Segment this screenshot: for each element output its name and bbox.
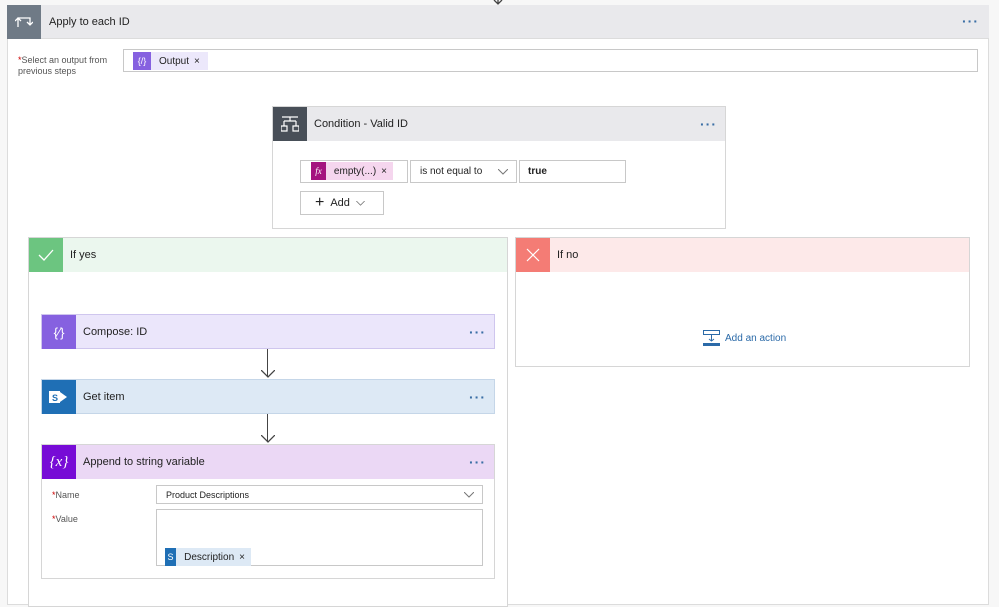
get-item-action-card[interactable]: S Get item ···: [41, 379, 495, 414]
empty-token-label: empty(...): [333, 165, 377, 177]
append-variable-action-card: {x} Append to string variable ··· *Name …: [41, 444, 495, 579]
compose-title: Compose: ID: [83, 326, 148, 338]
description-token: S Description ×: [165, 548, 251, 566]
sharepoint-icon: S: [42, 380, 76, 414]
loop-icon: [7, 5, 41, 39]
condition-more-button[interactable]: ···: [700, 116, 717, 132]
operator-value: is not equal to: [420, 166, 483, 177]
sharepoint-token-icon: S: [165, 548, 177, 566]
append-variable-more-button[interactable]: ···: [469, 454, 486, 470]
compose-more-button[interactable]: ···: [469, 324, 486, 340]
if-no-title: If no: [557, 249, 579, 261]
condition-header[interactable]: Condition - Valid ID ···: [273, 107, 725, 141]
variable-value-input[interactable]: S Description ×: [156, 509, 483, 566]
chevron-down-icon: [464, 492, 474, 498]
append-variable-title: Append to string variable: [83, 456, 205, 468]
add-action-icon: [703, 330, 720, 346]
output-token-label: Output: [159, 55, 190, 67]
value-label: *Value: [52, 514, 78, 524]
add-an-action-label: Add an action: [725, 332, 787, 344]
get-item-title: Get item: [83, 391, 125, 403]
chevron-down-icon: [498, 169, 508, 175]
variable-name-value: Product Descriptions: [166, 489, 250, 500]
name-label: *Name: [52, 490, 80, 500]
arrow-down-icon: [261, 435, 275, 443]
condition-left-operand[interactable]: fx empty(...) ×: [300, 160, 408, 183]
close-icon: [516, 238, 550, 272]
svg-text:S: S: [52, 393, 58, 403]
remove-output-token-button[interactable]: ×: [194, 56, 206, 67]
if-no-header[interactable]: If no: [516, 238, 969, 272]
if-yes-header[interactable]: If yes: [29, 238, 507, 272]
if-yes-title: If yes: [70, 249, 97, 261]
empty-expression-token: fx empty(...) ×: [311, 162, 393, 180]
condition-right-operand[interactable]: true: [519, 160, 626, 183]
compose-icon: {∕}: [42, 315, 76, 349]
apply-to-each-more-button[interactable]: ···: [962, 13, 979, 29]
plus-icon: +: [315, 194, 325, 211]
remove-description-token-button[interactable]: ×: [239, 552, 251, 563]
apply-to-each-title: Apply to each ID: [49, 16, 130, 28]
apply-to-each-header[interactable]: [7, 5, 989, 39]
remove-empty-token-button[interactable]: ×: [381, 166, 393, 177]
right-operand-value: true: [528, 166, 547, 177]
fx-icon: fx: [311, 162, 326, 180]
output-token: {/} Output ×: [133, 52, 208, 70]
operator-dropdown[interactable]: is not equal to: [410, 160, 517, 183]
append-variable-header[interactable]: {x} Append to string variable ···: [42, 445, 494, 479]
compose-token-icon: {/}: [133, 52, 151, 70]
variable-icon: {x}: [42, 445, 76, 479]
add-condition-button[interactable]: + Add: [300, 191, 384, 215]
chevron-down-icon: [355, 200, 365, 206]
condition-card: Condition - Valid ID ··· fx empty(...) ×…: [272, 106, 726, 229]
description-token-label: Description: [184, 551, 235, 563]
add-label: Add: [330, 197, 350, 209]
get-item-more-button[interactable]: ···: [469, 389, 486, 405]
add-an-action-button[interactable]: Add an action: [703, 330, 786, 346]
select-output-label: *Select an output from previous steps: [18, 55, 108, 76]
condition-icon: [273, 107, 307, 141]
compose-action-card[interactable]: {∕} Compose: ID ···: [41, 314, 495, 349]
condition-title: Condition - Valid ID: [314, 118, 408, 130]
check-icon: [29, 238, 63, 272]
select-output-input[interactable]: {/} Output ×: [123, 49, 978, 72]
variable-name-dropdown[interactable]: Product Descriptions: [156, 485, 483, 504]
arrow-down-icon: [261, 370, 275, 378]
if-no-branch: If no Add an action: [515, 237, 970, 367]
